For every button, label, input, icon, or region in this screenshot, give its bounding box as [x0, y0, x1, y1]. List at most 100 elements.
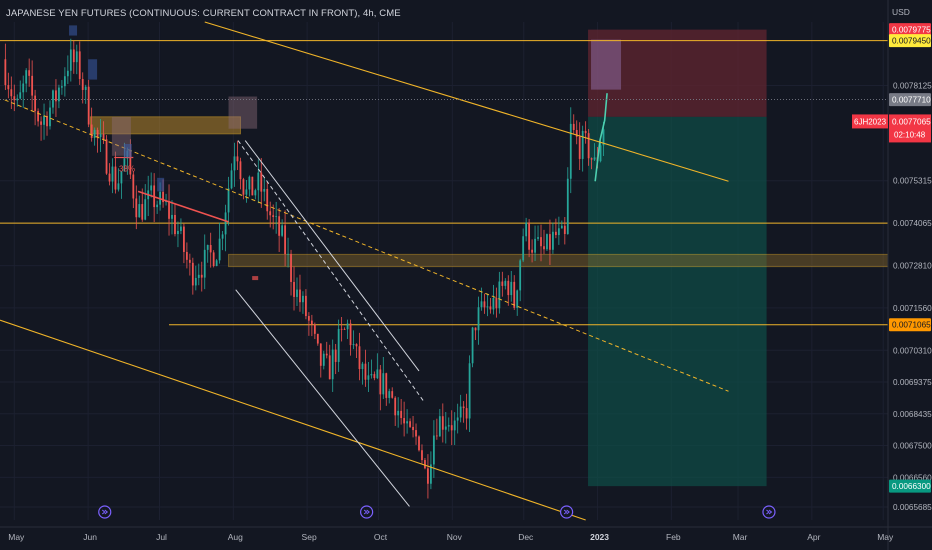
candle-up — [93, 129, 96, 138]
candle-up — [456, 417, 459, 421]
countdown-label: 02:10:48 — [894, 130, 926, 139]
candle-down — [424, 460, 426, 469]
marker-box-red — [252, 276, 259, 281]
candle-up — [370, 374, 373, 376]
candle-down — [394, 397, 397, 416]
candle-down — [168, 201, 170, 219]
price-tick-label: 0.0072810 — [893, 262, 932, 271]
time-tick-label: May — [877, 532, 894, 542]
take-profit-zone — [588, 116, 767, 487]
candle-down — [590, 158, 593, 160]
time-tick-label: Dec — [518, 532, 534, 542]
candle-down — [191, 262, 194, 286]
candle-down — [385, 373, 388, 398]
channel-mid-dashed-line — [237, 140, 425, 402]
candle-down — [40, 121, 42, 125]
candle-down — [278, 216, 281, 236]
candle-up — [60, 86, 63, 88]
candle-down — [501, 281, 504, 286]
time-tick-label: Apr — [807, 532, 820, 542]
candle-down — [563, 225, 566, 235]
candle-down — [543, 246, 545, 250]
candle-up — [322, 353, 325, 366]
candle-down — [507, 280, 510, 296]
marker-box-1 — [69, 25, 78, 36]
candle-up — [194, 277, 197, 286]
price-tick-label: 0.0075315 — [893, 177, 932, 186]
candle-down — [415, 430, 417, 437]
candle-down — [465, 408, 468, 419]
candle-down — [441, 416, 444, 430]
candle-up — [525, 222, 528, 237]
candle-up — [206, 245, 209, 250]
candle-up — [477, 307, 480, 331]
price-tick-label: 0.0078125 — [893, 82, 932, 91]
candle-down — [34, 95, 37, 112]
candle-up — [25, 70, 28, 84]
candle-up — [566, 178, 569, 235]
candle-down — [334, 349, 337, 362]
candle-up — [382, 373, 385, 395]
candle-down — [293, 281, 295, 297]
red-trend-segment — [137, 190, 229, 223]
candle-down — [462, 406, 465, 409]
candle-up — [432, 435, 435, 465]
candle-up — [296, 289, 298, 297]
candle-up — [581, 130, 584, 159]
price-chart[interactable]: 38% 0.0078125 0.0075315 0.0074065 0.0072810… — [0, 0, 932, 550]
candle-down — [174, 214, 176, 235]
price-tick-label: 0.0074065 — [893, 219, 932, 228]
candle-down — [391, 391, 394, 398]
candle-up — [49, 107, 51, 127]
candle-up — [367, 375, 370, 380]
candle-up — [287, 253, 289, 255]
candle-down — [316, 333, 319, 344]
candle-up — [150, 185, 153, 191]
candle-down — [108, 173, 111, 182]
candle-up — [215, 260, 218, 267]
candle-down — [319, 343, 322, 366]
candle-down — [373, 374, 376, 379]
candle-up — [492, 298, 495, 310]
time-tick-label: Nov — [447, 532, 463, 542]
candle-down — [284, 225, 286, 255]
candle-up — [177, 230, 179, 235]
candle-down — [135, 198, 138, 218]
candle-down — [578, 136, 581, 159]
candle-up — [397, 410, 400, 416]
candle-down — [105, 139, 108, 174]
candle-up — [218, 238, 221, 261]
candle-down — [328, 355, 331, 380]
candle-up — [156, 204, 159, 208]
candle-up — [203, 249, 206, 278]
candle-down — [409, 421, 411, 427]
candle-up — [63, 76, 66, 87]
candle-up — [486, 306, 489, 308]
candle-down — [10, 89, 13, 97]
candle-down — [364, 363, 367, 380]
candle-down — [584, 130, 587, 134]
candle-up — [281, 225, 284, 236]
candle-up — [352, 344, 355, 346]
time-tick-label: Mar — [733, 532, 748, 542]
entry-box — [591, 39, 622, 90]
candle-down — [13, 96, 16, 101]
candle-down — [7, 85, 10, 90]
time-tick-label: Jul — [156, 532, 167, 542]
candle-up — [171, 214, 173, 219]
candle-down — [340, 328, 343, 330]
candle-down — [212, 252, 215, 267]
time-tick-label: Sep — [302, 532, 317, 542]
candle-up — [221, 234, 224, 239]
candle-up — [275, 216, 278, 218]
candle-down — [185, 251, 188, 260]
candle-up — [230, 170, 233, 189]
candle-down — [251, 176, 254, 196]
candle-down — [427, 468, 429, 484]
candle-down — [305, 295, 307, 317]
candle-down — [313, 324, 316, 334]
candle-down — [239, 161, 242, 180]
candle-up — [138, 204, 141, 218]
candle-up — [75, 51, 78, 63]
candle-down — [343, 329, 346, 330]
